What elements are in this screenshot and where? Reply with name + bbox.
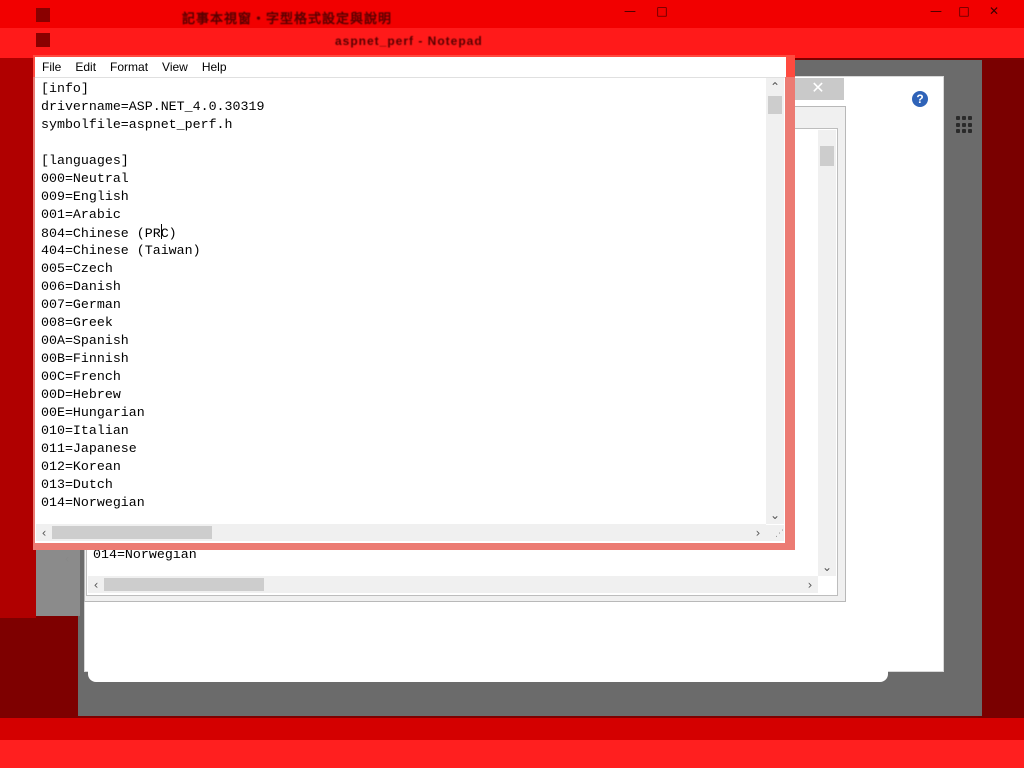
menu-bar: File Edit Format View Help — [35, 57, 786, 77]
chevron-down-icon[interactable]: ⌄ — [820, 560, 834, 574]
text-line: 014=Norwegian — [41, 495, 145, 510]
menu-help[interactable]: Help — [195, 57, 234, 77]
desktop-right-strip — [978, 60, 1024, 720]
back-dialog-bottom — [88, 660, 888, 682]
text-line — [41, 134, 264, 152]
chevron-down-icon[interactable]: ⌄ — [768, 508, 782, 522]
grid-icon[interactable] — [956, 116, 974, 134]
text-line: 804=Chinese (PRC) — [41, 224, 177, 241]
close-icon[interactable]: ✕ — [800, 79, 836, 99]
background-window-subtitle: aspnet_perf - Notepad — [335, 34, 483, 48]
text-line: 00E=Hungarian — [41, 405, 145, 420]
chevron-right-icon[interactable]: › — [804, 578, 816, 592]
menu-file[interactable]: File — [35, 57, 68, 77]
text-line: 007=German — [41, 297, 121, 312]
vertical-scrollbar[interactable] — [766, 78, 784, 524]
text-line: 012=Korean — [41, 459, 121, 474]
text-line: [info] — [41, 81, 89, 96]
background-minimize-button[interactable]: — — [620, 4, 640, 18]
text-line: 005=Czech — [41, 261, 113, 276]
text-line: symbolfile=aspnet_perf.h — [41, 117, 233, 132]
text-content: [info] drivername=ASP.NET_4.0.30319symbol… — [41, 80, 264, 512]
app-icon — [36, 8, 50, 22]
menu-edit[interactable]: Edit — [68, 57, 103, 77]
notepad-app-icon — [36, 33, 50, 47]
background-close-button[interactable]: ✕ — [984, 4, 1004, 18]
text-line: 009=English — [41, 189, 129, 204]
text-line: 00B=Finnish — [41, 351, 129, 366]
horizontal-scroll-thumb[interactable] — [52, 526, 212, 539]
chevron-left-icon[interactable]: ‹ — [90, 578, 102, 592]
text-caret — [160, 224, 162, 239]
menu-format[interactable]: Format — [103, 57, 155, 77]
text-line: 000=Neutral — [41, 171, 129, 186]
desktop-left-strip — [0, 58, 36, 618]
chevron-left-icon[interactable]: ‹ — [38, 526, 50, 540]
middle-horizontal-scroll-thumb[interactable] — [104, 578, 264, 591]
middle-vertical-scroll-thumb[interactable] — [820, 146, 834, 166]
text-line: 00C=French — [41, 369, 121, 384]
text-line: 010=Italian — [41, 423, 129, 438]
chevron-left-icon[interactable]: ‹ — [60, 552, 74, 566]
text-line: 011=Japanese — [41, 441, 137, 456]
background-window-title: 記事本視窗・字型格式設定與說明 — [182, 11, 393, 26]
text-line: 00A=Spanish — [41, 333, 129, 348]
text-line: 00D=Hebrew — [41, 387, 121, 402]
background-maximize-button[interactable]: □ — [652, 4, 672, 18]
taskbar-band — [0, 740, 1024, 768]
text-line: drivername=ASP.NET_4.0.30319 — [41, 99, 265, 114]
size-grip[interactable]: ⋰ — [766, 525, 784, 541]
text-line: [languages] — [41, 153, 129, 168]
middle-vertical-scrollbar[interactable] — [818, 130, 836, 576]
text-line: 001=Arabic — [41, 207, 121, 222]
text-line: 006=Danish — [41, 279, 121, 294]
background-minimize-button-2[interactable]: — — [926, 4, 946, 18]
text-line: 013=Dutch — [41, 477, 113, 492]
text-line: 008=Greek — [41, 315, 113, 330]
chevron-up-icon[interactable]: ⌃ — [768, 80, 782, 94]
help-icon[interactable]: ? — [912, 91, 928, 107]
desktop-top-band — [0, 28, 1024, 58]
menu-view[interactable]: View — [155, 57, 195, 77]
vertical-scroll-thumb[interactable] — [768, 96, 782, 114]
chevron-right-icon[interactable]: › — [752, 526, 764, 540]
background-maximize-button-2[interactable]: □ — [954, 4, 974, 18]
text-line: 404=Chinese (Taiwan) — [41, 243, 201, 258]
